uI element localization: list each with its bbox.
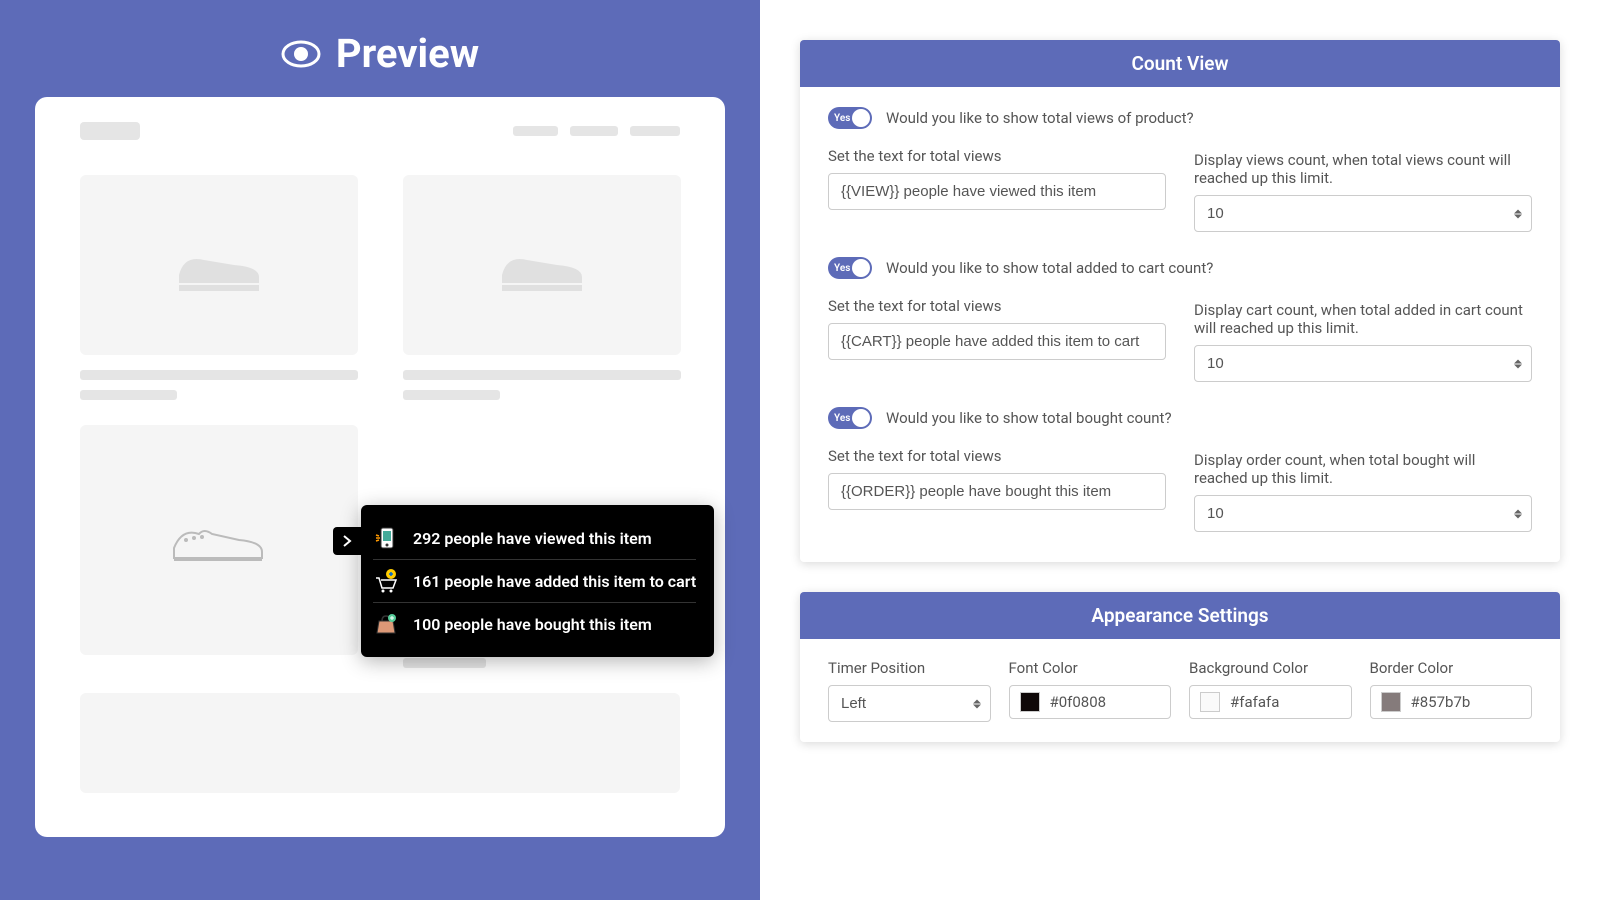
bought-text-label: Set the text for total views <box>828 447 1166 465</box>
views-text-label: Set the text for total views <box>828 147 1166 165</box>
toggle-show-cart[interactable]: Yes <box>828 257 872 279</box>
tooltip-views-text: 292 people have viewed this item <box>413 529 652 548</box>
toggle-show-views[interactable]: Yes <box>828 107 872 129</box>
phone-icon <box>373 525 399 551</box>
appearance-header: Appearance Settings <box>800 592 1560 639</box>
preview-heading: Preview <box>336 30 479 77</box>
font-color-input[interactable]: #0f0808 <box>1009 685 1172 719</box>
preview-tooltip: 292 people have viewed this item 161 peo… <box>361 505 714 657</box>
cart-icon <box>373 568 399 594</box>
mock-product-card <box>80 175 358 400</box>
tooltip-views-row: 292 people have viewed this item <box>373 517 696 560</box>
border-color-label: Border Color <box>1370 659 1533 677</box>
bought-limit-input[interactable] <box>1194 495 1532 532</box>
preview-panel: Preview <box>0 0 760 900</box>
bg-color-label: Background Color <box>1189 659 1352 677</box>
tooltip-cart-row: 161 people have added this item to cart <box>373 560 696 603</box>
tooltip-arrow <box>333 527 361 555</box>
mock-product-card <box>403 175 681 400</box>
timer-position-label: Timer Position <box>828 659 991 677</box>
cart-text-label: Set the text for total views <box>828 297 1166 315</box>
count-view-card: Count View Yes Would you like to show to… <box>800 40 1560 562</box>
views-text-input[interactable] <box>828 173 1166 210</box>
appearance-card: Appearance Settings Timer Position Font … <box>800 592 1560 742</box>
border-color-swatch <box>1381 692 1401 712</box>
preview-title: Preview <box>0 0 760 97</box>
count-view-header: Count View <box>800 40 1560 87</box>
tooltip-bought-row: 100 people have bought this item <box>373 603 696 645</box>
toggle-show-bought[interactable]: Yes <box>828 407 872 429</box>
bg-color-input[interactable]: #fafafa <box>1189 685 1352 719</box>
toggle-show-views-label: Would you like to show total views of pr… <box>886 109 1194 127</box>
timer-position-select[interactable] <box>828 685 991 722</box>
views-limit-label: Display views count, when total views co… <box>1194 147 1532 187</box>
bought-text-input[interactable] <box>828 473 1166 510</box>
bought-limit-label: Display order count, when total bought w… <box>1194 447 1532 487</box>
settings-panel: Count View Yes Would you like to show to… <box>760 0 1600 900</box>
toggle-show-bought-label: Would you like to show total bought coun… <box>886 409 1172 427</box>
cart-limit-input[interactable] <box>1194 345 1532 382</box>
views-limit-input[interactable] <box>1194 195 1532 232</box>
eye-icon <box>281 39 321 69</box>
mock-logo <box>80 122 140 140</box>
cart-text-input[interactable] <box>828 323 1166 360</box>
bg-color-value: #fafafa <box>1230 693 1279 711</box>
mock-nav <box>513 126 680 136</box>
border-color-value: #857b7b <box>1411 693 1471 711</box>
preview-mock: 292 people have viewed this item 161 peo… <box>35 97 725 837</box>
cart-limit-label: Display cart count, when total added in … <box>1194 297 1532 337</box>
mock-footer <box>80 693 680 793</box>
font-color-value: #0f0808 <box>1050 693 1107 711</box>
tooltip-bought-text: 100 people have bought this item <box>413 615 652 634</box>
bag-icon <box>373 611 399 637</box>
toggle-show-cart-label: Would you like to show total added to ca… <box>886 259 1213 277</box>
font-color-swatch <box>1020 692 1040 712</box>
mock-product-large <box>80 425 358 655</box>
font-color-label: Font Color <box>1009 659 1172 677</box>
tooltip-cart-text: 161 people have added this item to cart <box>413 572 696 591</box>
bg-color-swatch <box>1200 692 1220 712</box>
border-color-input[interactable]: #857b7b <box>1370 685 1533 719</box>
